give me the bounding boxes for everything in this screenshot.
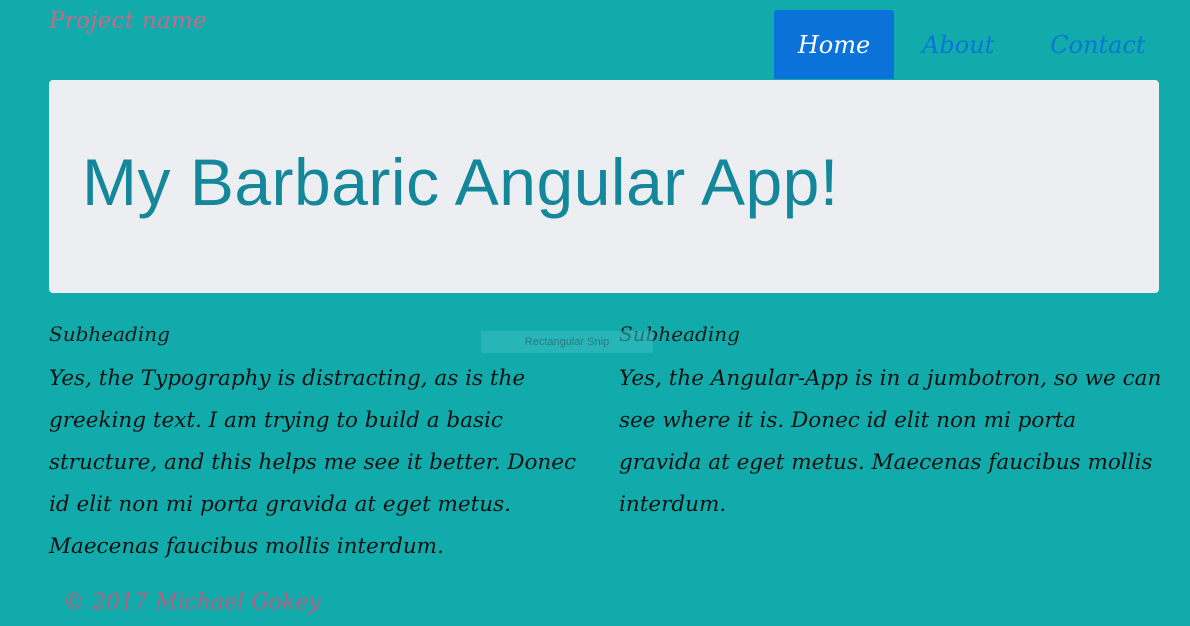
paragraph-right: Yes, the Angular-App is in a jumbotron, … <box>619 366 1162 517</box>
jumbotron: My Barbaric Angular App! <box>49 80 1159 293</box>
content-column-right: Subheading Yes, the Angular-App is in a … <box>619 322 1164 526</box>
paragraph-left: Yes, the Typography is distracting, as i… <box>49 366 577 559</box>
page-title: My Barbaric Angular App! <box>82 145 839 219</box>
nav-contact[interactable]: Contact <box>1022 10 1173 79</box>
subheading-right: Subheading <box>619 322 740 346</box>
nav-about[interactable]: About <box>894 10 1022 79</box>
rectangular-snip-tooltip: Rectangular Snip <box>481 331 653 353</box>
content-column-left: Subheading Yes, the Typography is distra… <box>49 322 594 568</box>
main-nav: Home About Contact <box>774 10 1174 79</box>
brand-link[interactable]: Project name <box>49 8 207 34</box>
footer-copyright: © 2017 Michael Gokey <box>63 590 321 615</box>
nav-home[interactable]: Home <box>774 10 894 79</box>
